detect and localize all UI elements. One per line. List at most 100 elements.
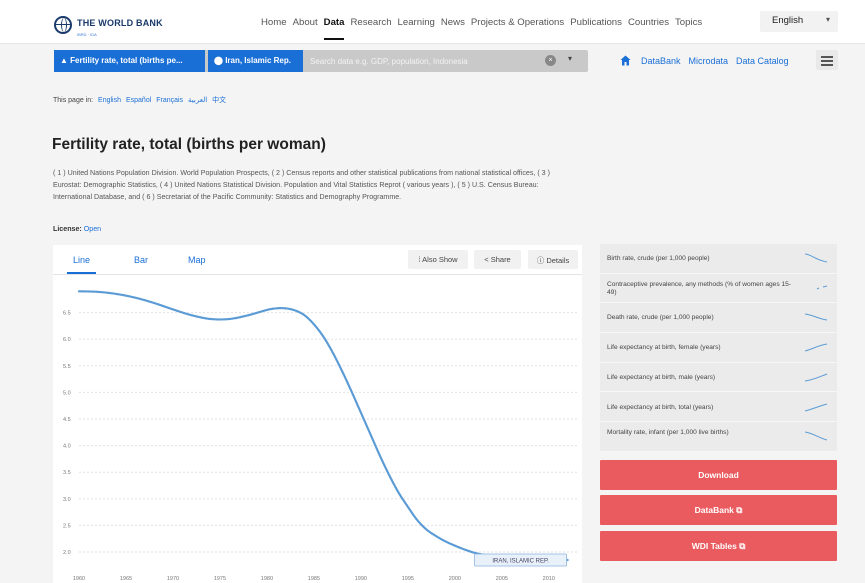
related-indicator-item[interactable]: Mortality rate, infant (per 1,000 live b… <box>600 422 837 452</box>
nav-item-research[interactable]: Research <box>350 17 391 28</box>
hamburger-icon <box>821 56 833 58</box>
y-tick-label: 5.0 <box>63 390 71 396</box>
search-input[interactable] <box>310 53 530 69</box>
chart-tabs: Line Bar Map ⁞ Also Show < Share ⓘ Detai… <box>53 245 582 275</box>
search-bar: ▲ Fertility rate, total (births pe... ⬤ … <box>54 50 588 72</box>
related-indicator-label: Death rate, crude (per 1,000 people) <box>607 314 714 322</box>
location-pin-icon: ⬤ <box>214 56 223 65</box>
logo-subtext: IBRD · IDA <box>77 32 97 37</box>
sparkline-icon <box>805 313 828 321</box>
indicator-chip-label: Fertility rate, total (births pe... <box>70 56 183 65</box>
y-tick-label: 4.5 <box>63 417 71 423</box>
chevron-down-icon: ▾ <box>825 15 830 24</box>
x-tick-label: 1965 <box>120 576 132 582</box>
lang-link-francais[interactable]: Français <box>156 97 183 104</box>
hamburger-icon-bar <box>821 64 833 66</box>
data-sublinks: DataBank Microdata Data Catalog <box>620 55 797 66</box>
sparkline-icon <box>805 403 828 411</box>
country-chip[interactable]: ⬤ Iran, Islamic Rep. <box>208 50 303 72</box>
download-button[interactable]: Download <box>600 460 837 490</box>
nav-item-news[interactable]: News <box>441 17 465 28</box>
share-button[interactable]: < Share <box>474 250 521 269</box>
databank-button[interactable]: DataBank ⧉ <box>600 495 837 525</box>
page-title: Fertility rate, total (births per woman) <box>52 136 326 153</box>
related-indicator-item[interactable]: Life expectancy at birth, total (years) <box>600 393 837 423</box>
x-tick-label: 1975 <box>214 576 226 582</box>
license-line: License: Open <box>53 225 101 233</box>
nav-item-projects[interactable]: Projects & Operations <box>471 17 564 28</box>
sparkline-icon <box>805 343 828 352</box>
nav-item-topics[interactable]: Topics <box>675 17 702 28</box>
wdi-tables-button[interactable]: WDI Tables ⧉ <box>600 531 837 561</box>
y-tick-label: 2.0 <box>63 550 71 556</box>
nav-item-data[interactable]: Data <box>323 17 344 40</box>
chart-panel: Line Bar Map ⁞ Also Show < Share ⓘ Detai… <box>53 245 582 583</box>
x-tick-label: 1995 <box>402 576 414 582</box>
logo-text-block: THE WORLD BANK IBRD · IDA <box>77 13 163 38</box>
nav-item-countries[interactable]: Countries <box>628 17 669 28</box>
series-line-iran <box>77 290 569 562</box>
related-indicator-label: Mortality rate, infant (per 1,000 live b… <box>607 429 729 437</box>
related-indicator-label: Life expectancy at birth, total (years) <box>607 403 714 411</box>
indicator-chip[interactable]: ▲ Fertility rate, total (births pe... <box>54 50 205 72</box>
language-prefix: This page in: <box>53 97 94 104</box>
sparkline-icon <box>805 431 828 441</box>
share-label: Share <box>490 255 511 264</box>
page: THE WORLD BANK IBRD · IDA Home About Dat… <box>0 0 865 583</box>
lang-link-chinese[interactable]: 中文 <box>212 97 226 104</box>
language-select[interactable]: English ▾ <box>760 11 838 32</box>
sparkline-icon <box>805 253 828 263</box>
menu-button[interactable] <box>816 50 838 70</box>
also-show-button[interactable]: ⁞ Also Show <box>408 250 468 269</box>
license-label: License: <box>53 225 82 233</box>
y-tick-label: 6.5 <box>63 311 71 317</box>
related-indicator-item[interactable]: Contraceptive prevalence, any methods (%… <box>600 274 837 304</box>
related-indicators: Birth rate, crude (per 1,000 people) Cont… <box>600 244 837 452</box>
nav-item-about[interactable]: About <box>293 17 318 28</box>
main-nav: Home About Data Research Learning News P… <box>261 17 708 40</box>
y-tick-label: 3.0 <box>63 497 71 503</box>
related-indicator-item[interactable]: Death rate, crude (per 1,000 people) <box>600 303 837 334</box>
x-tick-label: 1980 <box>261 576 273 582</box>
related-indicator-item[interactable]: Life expectancy at birth, male (years) <box>600 363 837 393</box>
microdata-link[interactable]: Microdata <box>689 56 729 66</box>
clear-icon[interactable]: × <box>545 55 556 66</box>
details-button[interactable]: ⓘ Details <box>528 250 578 269</box>
tab-line[interactable]: Line <box>66 255 97 274</box>
y-tick-label: 4.0 <box>63 444 71 450</box>
y-tick-label: 3.5 <box>63 470 71 476</box>
license-link[interactable]: Open <box>84 225 101 233</box>
world-bank-logo[interactable]: THE WORLD BANK IBRD · IDA <box>54 13 163 37</box>
lang-link-arabic[interactable]: العربية <box>188 97 207 104</box>
language-select-value: English <box>772 15 804 26</box>
country-chip-label: Iran, Islamic Rep. <box>225 56 291 65</box>
nav-item-publications[interactable]: Publications <box>570 17 622 28</box>
related-indicator-item[interactable]: Birth rate, crude (per 1,000 people) <box>600 244 837 274</box>
sparkline-icon <box>816 285 828 290</box>
x-tick-label: 1970 <box>167 576 179 582</box>
sources-text: ( 1 ) United Nations Population Division… <box>53 169 550 201</box>
language-links: This page in: English Español Français ا… <box>53 95 226 105</box>
details-label: Details <box>546 256 570 265</box>
lang-link-english[interactable]: English <box>98 97 121 104</box>
lang-link-espanol[interactable]: Español <box>126 97 151 104</box>
chevron-down-icon[interactable]: ▾ <box>568 54 572 63</box>
tab-map[interactable]: Map <box>188 255 206 265</box>
databank-link[interactable]: DataBank <box>641 56 681 66</box>
top-navbar: THE WORLD BANK IBRD · IDA Home About Dat… <box>0 0 865 44</box>
x-tick-label: 1960 <box>73 576 85 582</box>
related-indicator-label: Contraceptive prevalence, any methods (%… <box>607 280 791 296</box>
x-tick-label: 1990 <box>355 576 367 582</box>
x-tick-label: 1985 <box>308 576 320 582</box>
nav-item-home[interactable]: Home <box>261 17 287 28</box>
data-catalog-link[interactable]: Data Catalog <box>736 56 789 66</box>
related-indicator-label: Life expectancy at birth, female (years) <box>607 344 721 352</box>
tab-bar[interactable]: Bar <box>134 255 148 265</box>
hamburger-icon-bar <box>821 60 833 62</box>
home-icon[interactable] <box>620 55 631 66</box>
fertility-line-chart: 2.0 2.5 3.0 3.5 4.0 4.5 5.0 5.5 6.0 6.5 1960 1965 19… <box>63 290 577 582</box>
x-tick-label: 2000 <box>449 576 461 582</box>
related-indicator-item[interactable]: Life expectancy at birth, female (years) <box>600 333 837 363</box>
nav-item-learning[interactable]: Learning <box>398 17 435 28</box>
related-indicator-label: Life expectancy at birth, male (years) <box>607 373 716 381</box>
